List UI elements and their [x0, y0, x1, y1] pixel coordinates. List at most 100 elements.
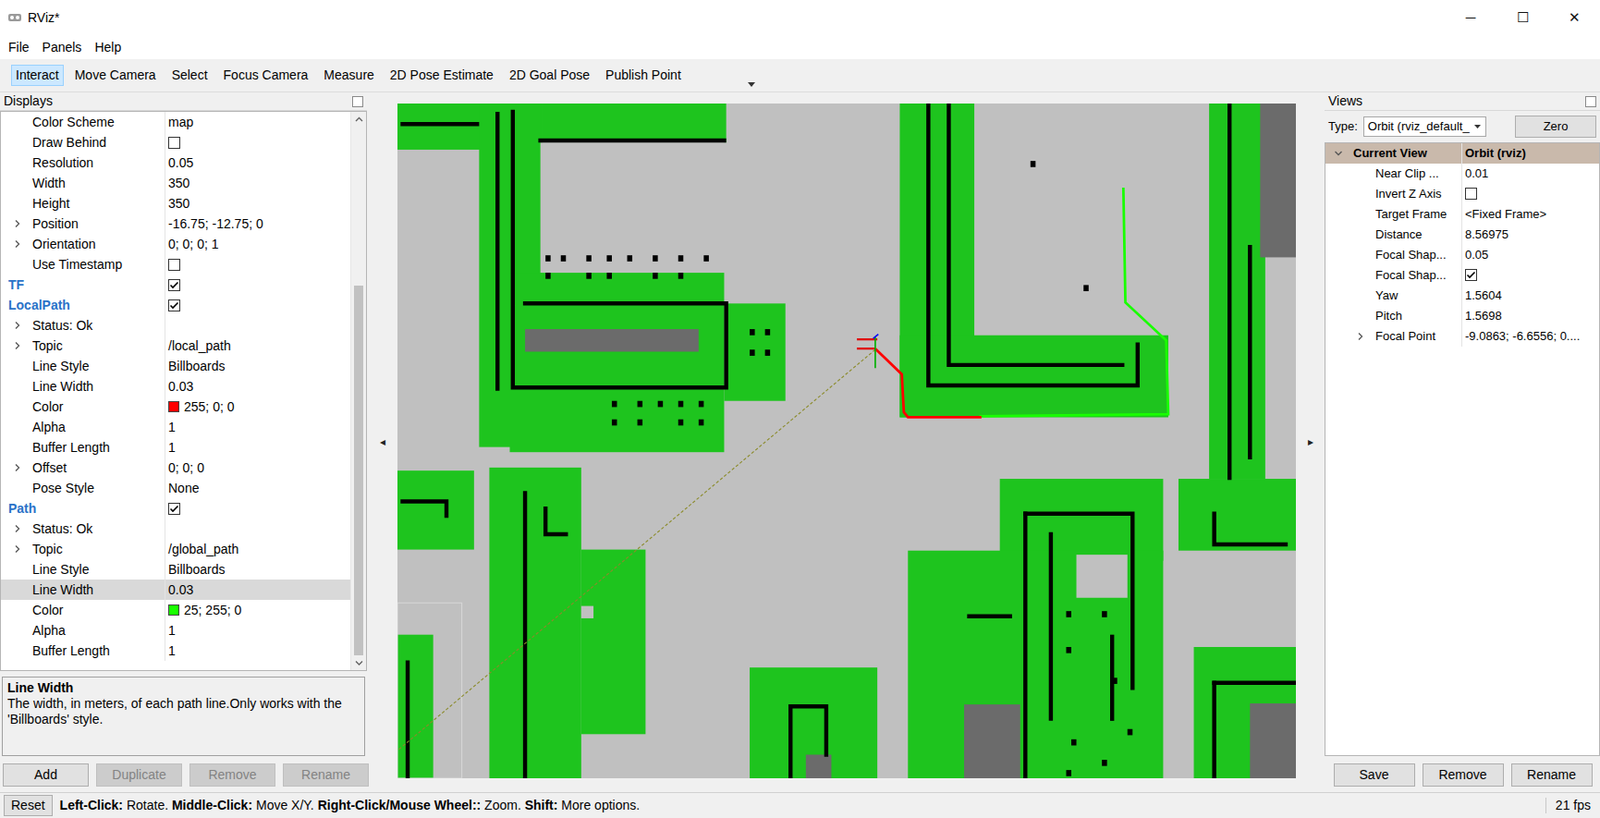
- map-canvas[interactable]: [397, 103, 1296, 779]
- menu-item[interactable]: File: [1, 37, 37, 58]
- property-row[interactable]: LocalPath: [0, 294, 351, 316]
- property-value-cell[interactable]: map: [165, 111, 351, 133]
- property-row[interactable]: Use Timestamp: [0, 254, 351, 275]
- view-type-dropdown[interactable]: Orbit (rviz_default_: [1363, 116, 1487, 137]
- expand-arrow-icon[interactable]: [12, 544, 23, 554]
- property-row[interactable]: Color Schememap: [0, 111, 351, 133]
- property-value-cell[interactable]: [165, 294, 351, 316]
- property-value-cell[interactable]: -9.0863; -6.6556; 0....: [1462, 326, 1600, 347]
- maximize-button[interactable]: ☐: [1496, 0, 1549, 36]
- color-swatch[interactable]: [168, 401, 180, 413]
- property-row[interactable]: Status: Ok: [0, 315, 351, 336]
- checkbox[interactable]: [1465, 187, 1478, 200]
- property-value-cell[interactable]: 1.5604: [1462, 285, 1600, 306]
- property-value-cell[interactable]: 350: [165, 172, 351, 194]
- color-swatch[interactable]: [168, 604, 180, 616]
- menu-item[interactable]: Help: [87, 37, 128, 58]
- property-row[interactable]: Color255; 0; 0: [0, 396, 351, 417]
- property-value-cell[interactable]: 0; 0; 0: [165, 457, 351, 478]
- right-splitter[interactable]: ▸: [1295, 92, 1325, 793]
- property-row[interactable]: Width350: [0, 172, 351, 194]
- property-value-cell[interactable]: 350: [165, 193, 351, 214]
- expand-arrow-icon[interactable]: [1355, 331, 1366, 342]
- tool-button[interactable]: Select: [167, 64, 213, 86]
- property-value-cell[interactable]: <Fixed Frame>: [1462, 204, 1600, 225]
- view-property-row[interactable]: Pitch1.5698: [1325, 305, 1600, 327]
- property-value-cell[interactable]: [165, 254, 351, 275]
- reset-button[interactable]: Reset: [3, 794, 53, 817]
- property-row[interactable]: Status: Ok: [0, 518, 351, 539]
- view-property-row[interactable]: Target Frame<Fixed Frame>: [1325, 204, 1600, 225]
- property-value-cell[interactable]: 1: [165, 437, 351, 458]
- left-splitter[interactable]: ◂: [366, 92, 398, 793]
- property-row[interactable]: Offset0; 0; 0: [0, 457, 351, 478]
- zero-button[interactable]: Zero: [1514, 115, 1597, 138]
- property-value-cell[interactable]: 1.5698: [1462, 305, 1600, 327]
- expand-arrow-icon[interactable]: [12, 341, 23, 351]
- scroll-thumb[interactable]: [354, 285, 364, 657]
- property-value-cell[interactable]: Billboards: [165, 559, 351, 580]
- expand-arrow-icon[interactable]: [12, 219, 23, 229]
- property-row[interactable]: Line Width0.03: [0, 376, 351, 397]
- property-row[interactable]: Path: [0, 498, 351, 519]
- scroll-down-button[interactable]: [351, 655, 367, 671]
- tool-button[interactable]: Move Camera: [70, 64, 161, 86]
- view-property-row[interactable]: Near Clip ...0.01: [1325, 163, 1600, 184]
- property-value-cell[interactable]: 1: [165, 416, 351, 438]
- remove-view-button[interactable]: Remove: [1422, 763, 1504, 787]
- render-view[interactable]: [397, 103, 1296, 779]
- property-value-cell[interactable]: [1462, 183, 1600, 205]
- collapse-left-icon[interactable]: ◂: [379, 435, 386, 449]
- property-value-cell[interactable]: 0.01: [1462, 163, 1600, 184]
- view-property-row[interactable]: Distance8.56975: [1325, 224, 1600, 245]
- scroll-track[interactable]: [351, 126, 367, 656]
- tool-button[interactable]: Publish Point: [600, 64, 686, 86]
- property-row[interactable]: Line Width0.03: [0, 579, 351, 600]
- minimize-button[interactable]: ─: [1444, 0, 1497, 36]
- expand-arrow-icon[interactable]: [12, 239, 23, 249]
- property-row[interactable]: TF: [0, 274, 351, 295]
- property-row[interactable]: Topic/local_path: [0, 335, 351, 356]
- rename-view-button[interactable]: Rename: [1511, 763, 1593, 787]
- property-row[interactable]: Line StyleBillboards: [0, 355, 351, 377]
- checkbox[interactable]: [168, 299, 181, 312]
- expand-arrow-icon[interactable]: [12, 524, 23, 534]
- property-row[interactable]: Position-16.75; -12.75; 0: [0, 213, 351, 234]
- property-value-cell[interactable]: /local_path: [165, 335, 351, 356]
- property-row[interactable]: Buffer Length1: [0, 437, 351, 458]
- property-row[interactable]: Orientation0; 0; 0; 1: [0, 233, 351, 255]
- save-view-button[interactable]: Save: [1333, 763, 1416, 787]
- property-row[interactable]: Draw Behind: [0, 132, 351, 153]
- property-value-cell[interactable]: 0; 0; 0; 1: [165, 233, 351, 255]
- property-value-cell[interactable]: [165, 132, 351, 153]
- property-value-cell[interactable]: [1462, 265, 1600, 286]
- collapse-right-icon[interactable]: ▸: [1307, 435, 1314, 449]
- checkbox[interactable]: [168, 258, 181, 271]
- scroll-up-button[interactable]: [351, 111, 367, 127]
- property-value-cell[interactable]: 0.03: [165, 579, 351, 600]
- expand-arrow-icon[interactable]: [12, 463, 23, 473]
- property-value-cell[interactable]: 1: [165, 640, 351, 661]
- property-row[interactable]: Height350: [0, 193, 351, 214]
- property-row[interactable]: Alpha1: [0, 416, 351, 438]
- property-row[interactable]: Topic/global_path: [0, 538, 351, 560]
- view-property-row[interactable]: Current ViewOrbit (rviz): [1325, 143, 1600, 164]
- checkbox[interactable]: [168, 502, 181, 515]
- view-property-row[interactable]: Invert Z Axis: [1325, 183, 1600, 205]
- display-name[interactable]: TF: [8, 277, 25, 294]
- close-button[interactable]: ✕: [1548, 0, 1600, 36]
- property-value-cell[interactable]: 25; 255; 0: [165, 599, 351, 621]
- property-row[interactable]: Line StyleBillboards: [0, 559, 351, 580]
- checkbox[interactable]: [168, 136, 181, 149]
- property-value-cell[interactable]: 8.56975: [1462, 224, 1600, 245]
- display-name[interactable]: LocalPath: [8, 297, 71, 314]
- tool-button[interactable]: Measure: [318, 64, 379, 86]
- property-value-cell[interactable]: [165, 498, 351, 519]
- property-value-cell[interactable]: 255; 0; 0: [165, 396, 351, 417]
- displays-scrollbar[interactable]: [350, 111, 367, 671]
- property-value-cell[interactable]: 0.05: [165, 152, 351, 173]
- property-value-cell[interactable]: 0.03: [165, 376, 351, 397]
- property-value-cell[interactable]: [165, 315, 351, 336]
- property-row[interactable]: Alpha1: [0, 620, 351, 641]
- property-value-cell[interactable]: [165, 518, 351, 539]
